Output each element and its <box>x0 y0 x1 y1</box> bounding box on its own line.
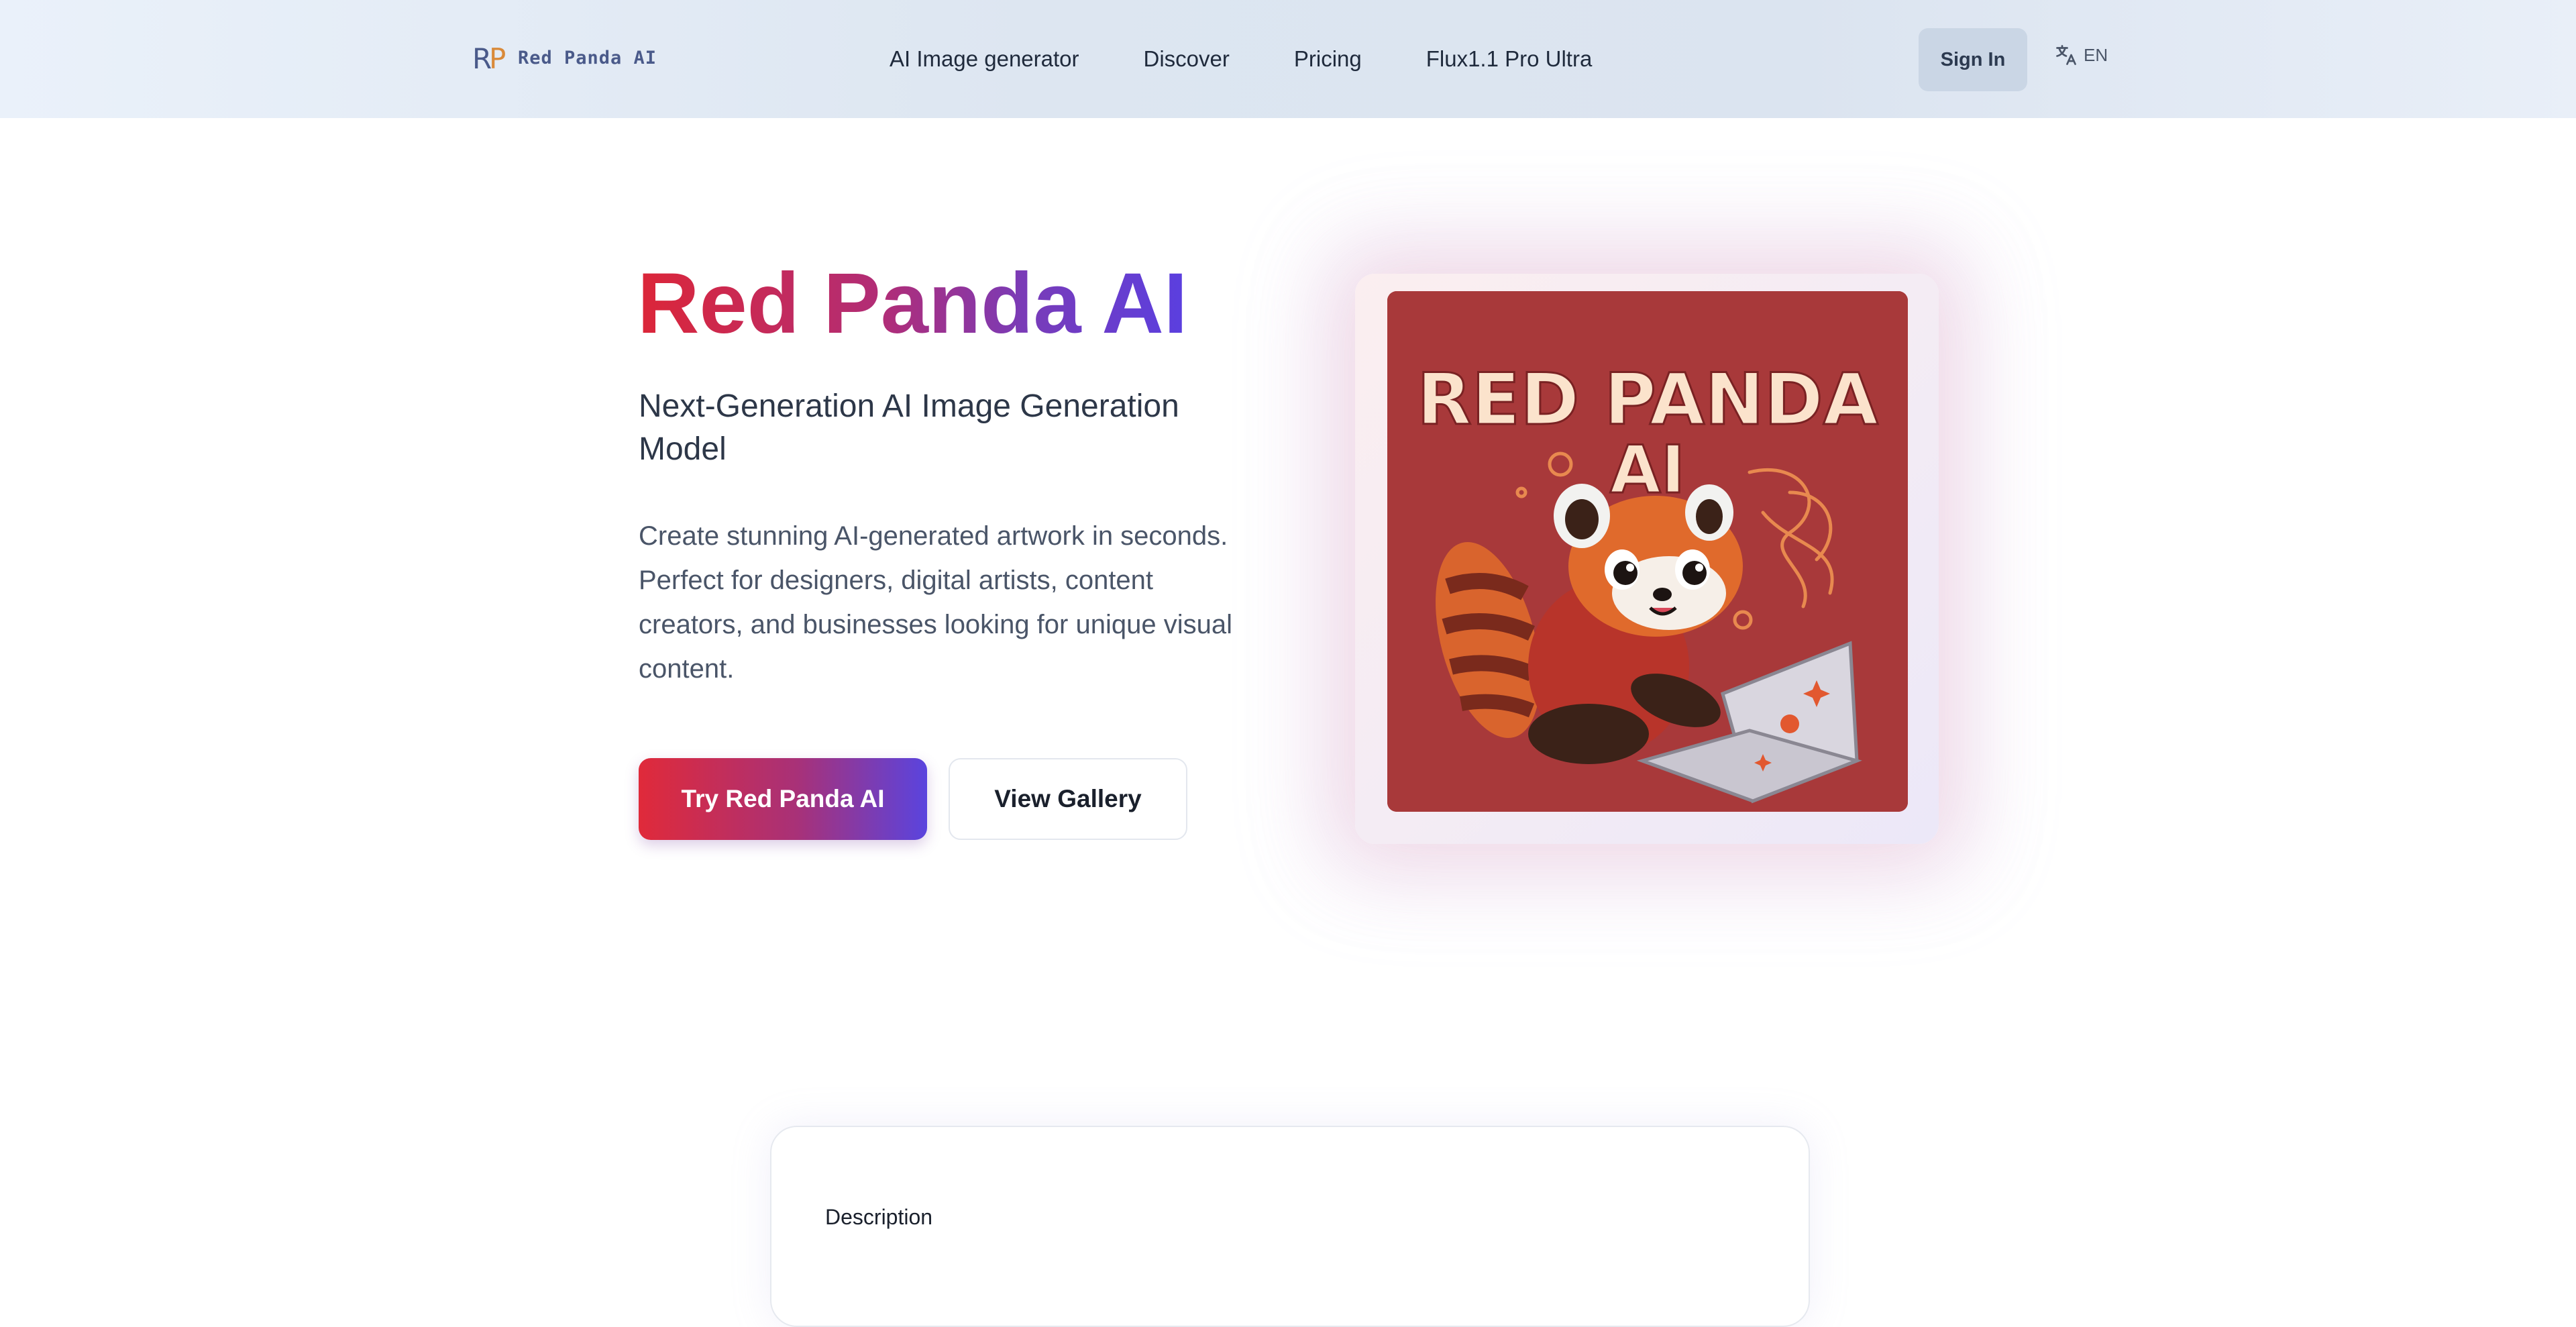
language-switcher[interactable]: EN <box>2054 43 2108 67</box>
description-label: Description <box>825 1205 933 1229</box>
translate-icon <box>2054 43 2078 67</box>
nav-link-discover[interactable]: Discover <box>1144 44 1230 74</box>
hero-image-text: RED PANDA <box>1417 358 1878 441</box>
nav-link-ai-image-generator[interactable]: AI Image generator <box>890 44 1079 74</box>
hero-image-card: RED PANDA AI <box>1355 274 1939 844</box>
sign-in-button[interactable]: Sign In <box>1919 28 2027 91</box>
try-red-panda-button[interactable]: Try Red Panda AI <box>639 758 927 840</box>
logo-text: Red Panda AI <box>518 47 657 68</box>
logo-icon: R P <box>472 42 510 74</box>
svg-text:P: P <box>489 42 506 74</box>
logo[interactable]: R P Red Panda AI <box>472 42 657 74</box>
hero-subtitle: Next-Generation AI Image Generation Mode… <box>639 388 1179 467</box>
hero-description: Create stunning AI-generated artwork in … <box>639 521 1232 684</box>
hero-title: Red Panda AI <box>637 254 1187 354</box>
top-nav: R P Red Panda AI AI Image generator Disc… <box>0 0 2576 118</box>
nav-link-flux-pro-ultra[interactable]: Flux1.1 Pro Ultra <box>1426 44 1593 74</box>
view-gallery-button[interactable]: View Gallery <box>949 758 1187 840</box>
description-card: Description <box>770 1126 1810 1327</box>
main-nav: AI Image generator Discover Pricing Flux… <box>890 44 1656 74</box>
hero-illustration: RED PANDA AI <box>1387 291 1908 812</box>
nav-link-pricing[interactable]: Pricing <box>1294 44 1362 74</box>
language-label: EN <box>2084 44 2108 65</box>
